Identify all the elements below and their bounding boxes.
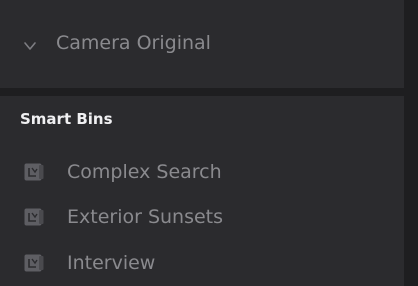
smart-bin-item[interactable]: Exterior Sunsets — [0, 197, 404, 237]
smart-bin-item[interactable]: Interview — [0, 243, 404, 283]
smart-bin-icon — [24, 254, 44, 272]
smart-bin-label: Exterior Sunsets — [67, 206, 224, 228]
bin-folder-camera-original[interactable]: Camera Original — [0, 0, 404, 88]
smart-bin-icon — [24, 163, 44, 181]
smart-bin-label: Complex Search — [67, 161, 222, 183]
folder-label: Camera Original — [56, 32, 211, 54]
media-bin-panel: Camera Original Smart Bins Complex Searc… — [0, 0, 418, 286]
smart-bins-title: Smart Bins — [20, 110, 113, 128]
smart-bin-icon — [24, 208, 44, 226]
smart-bin-label: Interview — [67, 252, 156, 274]
chevron-down-icon[interactable] — [22, 37, 38, 50]
smart-bins-section: Smart Bins Complex Search Exterior Sunse… — [0, 96, 404, 286]
smart-bin-item[interactable]: Complex Search — [0, 152, 404, 192]
